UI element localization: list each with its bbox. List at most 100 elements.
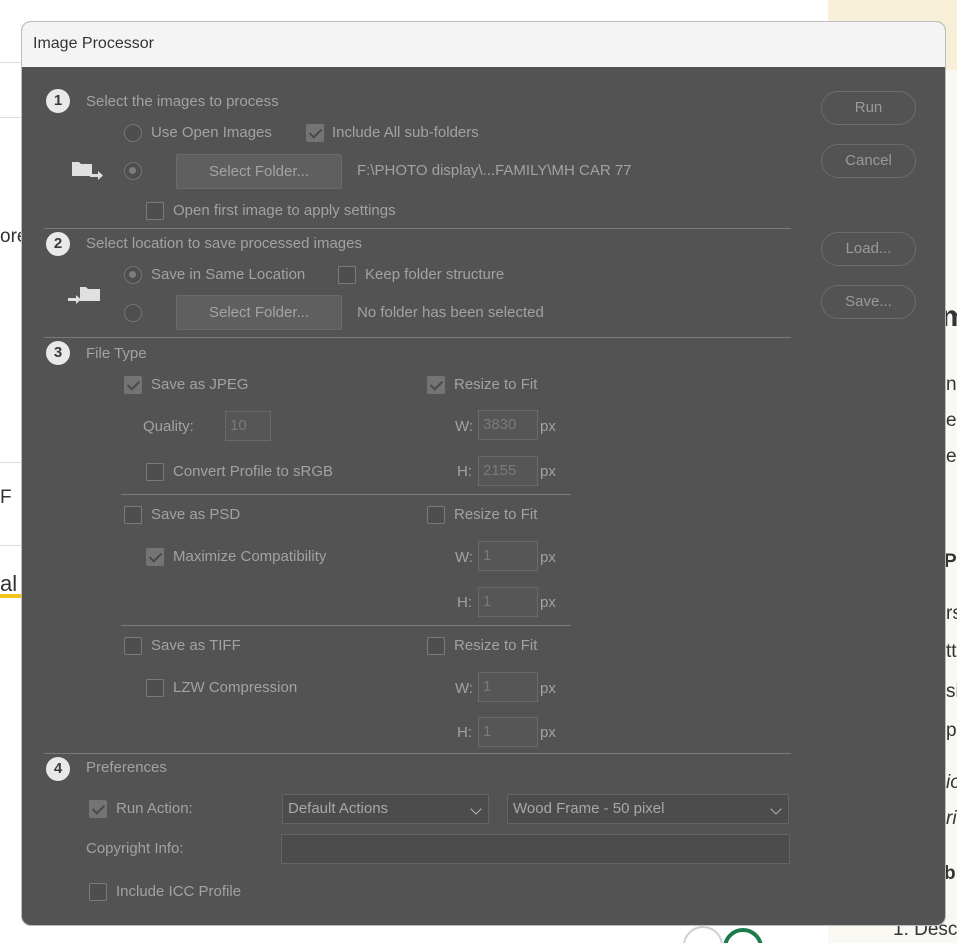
use-open-images-label: Use Open Images	[151, 124, 272, 141]
jpeg-width-unit: px	[540, 418, 556, 435]
save-as-tiff-label: Save as TIFF	[151, 637, 241, 654]
open-first-image-checkbox[interactable]	[146, 202, 164, 220]
psd-height-label: H:	[457, 594, 472, 611]
tiff-height-input[interactable]: 1	[478, 717, 538, 747]
jpeg-width-label: W:	[455, 418, 474, 435]
psd-resize-to-fit-checkbox[interactable]	[427, 506, 445, 524]
section-divider	[44, 337, 791, 338]
chevron-down-icon	[470, 803, 482, 815]
section-2-heading: Select location to save processed images	[86, 235, 362, 252]
select-source-folder-button[interactable]: Select Folder...	[176, 154, 342, 189]
folder-save-arrow-icon	[68, 287, 100, 304]
lzw-compression-label: LZW Compression	[173, 679, 298, 696]
tiff-width-unit: px	[540, 680, 556, 697]
section-divider	[44, 228, 791, 229]
save-as-jpeg-label: Save as JPEG	[151, 376, 249, 393]
tiff-resize-to-fit-checkbox[interactable]	[427, 637, 445, 655]
folder-open-arrow-icon	[72, 162, 103, 180]
background-text: ne	[946, 374, 957, 395]
load-button[interactable]: Load...	[821, 232, 916, 266]
background-text: io	[946, 772, 957, 793]
include-subfolders-checkbox[interactable]	[306, 124, 324, 142]
open-first-image-label: Open first image to apply settings	[173, 202, 396, 219]
save-as-psd-label: Save as PSD	[151, 506, 241, 523]
save-same-location-radio[interactable]	[124, 266, 142, 284]
maximize-compatibility-label: Maximize Compatibility	[173, 548, 327, 565]
copyright-info-input[interactable]	[281, 834, 790, 864]
section-4-heading: Preferences	[86, 759, 167, 776]
tiff-width-label: W:	[455, 680, 474, 697]
action-value: Wood Frame - 50 pixel	[513, 800, 665, 817]
include-icc-profile-checkbox[interactable]	[89, 883, 107, 901]
section-3-heading: File Type	[86, 345, 147, 362]
dialog-titlebar: Image Processor	[22, 22, 945, 67]
jpeg-height-label: H:	[457, 463, 472, 480]
lzw-compression-checkbox[interactable]	[146, 679, 164, 697]
jpeg-resize-to-fit-label: Resize to Fit	[454, 376, 538, 393]
step-4-badge: 4	[46, 757, 70, 781]
keep-folder-structure-checkbox[interactable]	[338, 266, 356, 284]
background-round-button	[683, 926, 723, 943]
tiff-width-input[interactable]: 1	[478, 672, 538, 702]
run-action-label: Run Action:	[116, 800, 193, 817]
background-text: pe	[946, 720, 957, 741]
run-button[interactable]: Run	[821, 91, 916, 125]
psd-width-unit: px	[540, 549, 556, 566]
psd-width-input[interactable]: 1	[478, 541, 538, 571]
select-source-folder-radio[interactable]	[124, 162, 142, 180]
select-destination-folder-button[interactable]: Select Folder...	[176, 295, 342, 330]
psd-resize-to-fit-label: Resize to Fit	[454, 506, 538, 523]
section-divider	[44, 753, 791, 754]
jpeg-resize-to-fit-checkbox[interactable]	[427, 376, 445, 394]
psd-height-input[interactable]: 1	[478, 587, 538, 617]
psd-height-unit: px	[540, 594, 556, 611]
save-as-tiff-checkbox[interactable]	[124, 637, 142, 655]
action-select[interactable]: Wood Frame - 50 pixel	[507, 794, 789, 824]
background-text: e	[946, 410, 957, 431]
background-text: F	[0, 487, 12, 508]
action-set-value: Default Actions	[288, 800, 389, 817]
chevron-down-icon	[770, 803, 782, 815]
jpeg-height-unit: px	[540, 463, 556, 480]
jpeg-width-input[interactable]: 3830	[478, 410, 538, 440]
dialog-title: Image Processor	[33, 35, 154, 52]
background-text: tt	[946, 641, 957, 662]
background-text: e	[946, 446, 957, 467]
save-button[interactable]: Save...	[821, 285, 916, 319]
jpeg-quality-input[interactable]: 10	[225, 411, 271, 441]
step-2-badge: 2	[46, 232, 70, 256]
maximize-compatibility-checkbox[interactable]	[146, 548, 164, 566]
keep-folder-structure-label: Keep folder structure	[365, 266, 505, 283]
select-destination-folder-radio[interactable]	[124, 304, 142, 322]
background-text: rs	[946, 603, 957, 624]
jpeg-height-input[interactable]: 2155	[478, 456, 538, 486]
jpeg-quality-label: Quality:	[143, 418, 194, 435]
background-underline	[0, 594, 22, 598]
background-text: ri	[946, 808, 957, 829]
action-set-select[interactable]: Default Actions	[282, 794, 489, 824]
step-3-badge: 3	[46, 341, 70, 365]
background-text: si	[946, 681, 957, 702]
save-same-location-label: Save in Same Location	[151, 266, 306, 283]
file-type-divider	[121, 494, 571, 495]
convert-profile-srgb-label: Convert Profile to sRGB	[173, 463, 334, 480]
step-1-badge: 1	[46, 89, 70, 113]
save-as-jpeg-checkbox[interactable]	[124, 376, 142, 394]
cancel-button[interactable]: Cancel	[821, 144, 916, 178]
background-round-button	[723, 928, 763, 943]
file-type-divider	[121, 625, 571, 626]
psd-width-label: W:	[455, 549, 474, 566]
run-action-checkbox[interactable]	[89, 800, 107, 818]
include-subfolders-label: Include All sub-folders	[332, 124, 479, 141]
convert-profile-srgb-checkbox[interactable]	[146, 463, 164, 481]
tiff-resize-to-fit-label: Resize to Fit	[454, 637, 538, 654]
destination-folder-path: No folder has been selected	[357, 304, 544, 321]
source-folder-path: F:\PHOTO display\...FAMILY\MH CAR 77	[357, 162, 632, 179]
tiff-height-label: H:	[457, 724, 472, 741]
copyright-info-label: Copyright Info:	[86, 840, 184, 857]
section-1-heading: Select the images to process	[86, 93, 279, 110]
include-icc-profile-label: Include ICC Profile	[116, 883, 242, 900]
save-as-psd-checkbox[interactable]	[124, 506, 142, 524]
use-open-images-radio[interactable]	[124, 124, 142, 142]
image-processor-dialog: Image Processor 1 Select the images to p…	[21, 21, 946, 926]
